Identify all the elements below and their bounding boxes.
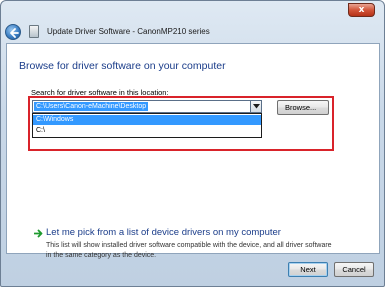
chevron-down-icon bbox=[253, 104, 260, 109]
cancel-button[interactable]: Cancel bbox=[334, 262, 374, 277]
driver-update-icon bbox=[29, 25, 39, 38]
page-heading: Browse for driver software on your compu… bbox=[19, 60, 226, 72]
main-content: Browse for driver software on your compu… bbox=[6, 43, 380, 259]
location-value[interactable]: C:\Users\Canon-eMachine\Desktop bbox=[34, 102, 149, 111]
pick-from-list-description: This list will show installed driver sof… bbox=[46, 242, 332, 259]
back-arrow-icon bbox=[10, 28, 19, 38]
next-button[interactable]: Next bbox=[288, 262, 328, 277]
update-driver-dialog: x Update Driver Software - CanonMP210 se… bbox=[0, 0, 385, 287]
title-bar: x Update Driver Software - CanonMP210 se… bbox=[1, 1, 384, 43]
back-button[interactable] bbox=[5, 24, 21, 40]
pick-from-list-link[interactable]: Let me pick from a list of device driver… bbox=[46, 227, 281, 238]
browse-button[interactable]: Browse... bbox=[277, 100, 329, 115]
combobox-dropdown-button[interactable] bbox=[250, 101, 261, 112]
location-combobox[interactable]: C:\Users\Canon-eMachine\Desktop bbox=[32, 100, 262, 113]
location-dropdown-list: C:\Windows C:\ bbox=[32, 113, 262, 138]
dropdown-option[interactable]: C:\Windows bbox=[33, 115, 261, 125]
green-arrow-icon bbox=[34, 229, 43, 238]
close-button[interactable]: x bbox=[348, 3, 375, 17]
dropdown-option[interactable]: C:\ bbox=[33, 126, 261, 136]
window-title: Update Driver Software - CanonMP210 seri… bbox=[47, 27, 210, 36]
